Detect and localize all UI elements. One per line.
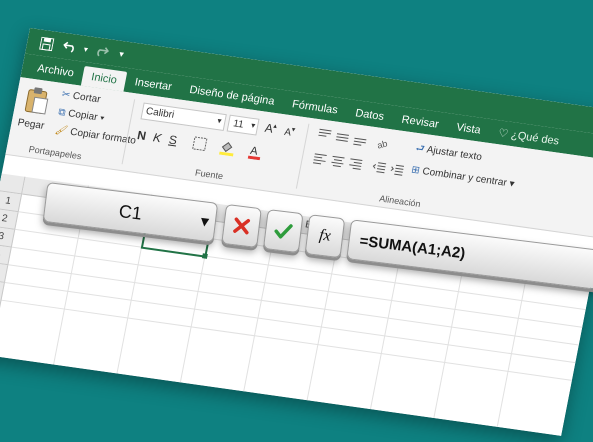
align-right-icon[interactable] [346,156,365,172]
font-name-value: Calibri [144,106,176,121]
font-group-label: Fuente [194,167,224,182]
italic-button[interactable]: K [152,130,163,145]
align-top-icon[interactable] [315,127,334,143]
insert-function-button[interactable]: fx [304,214,346,259]
font-name-dropdown[interactable]: Calibri ▾ [140,102,227,131]
row-header-5[interactable]: 5 [0,261,9,283]
align-middle-icon[interactable] [333,130,352,146]
chevron-down-icon: ▾ [216,116,223,126]
enter-check-icon [274,224,293,239]
underline-button[interactable]: S [168,133,179,148]
font-size-value: 11 [232,118,245,131]
cut-label: Cortar [71,90,102,106]
gridline [4,281,576,364]
orientation-icon[interactable]: ab [375,135,395,151]
chevron-down-icon: ▼ [197,212,213,231]
cut-button[interactable]: ✂ Cortar [61,89,102,105]
copy-button[interactable]: ⧉ Copiar ▾ [57,107,105,124]
redo-icon[interactable] [91,41,112,61]
format-painter-button[interactable]: 🖌 Copiar formato [54,125,137,147]
enter-button[interactable] [262,209,304,254]
decrease-indent-icon[interactable] [370,159,389,175]
gridline [1,299,572,381]
name-box-value: C1 [117,200,144,224]
wrap-text-button[interactable]: ⮐ Ajustar texto [414,141,483,167]
copy-label: Copiar [67,108,99,124]
customize-qat-icon[interactable]: ▾ [115,44,128,63]
fill-color-icon[interactable] [215,138,240,157]
alignment-group-label: Alineación [378,193,422,209]
row-header-3[interactable]: 3 [0,226,16,248]
chevron-down-icon: ▾ [250,120,257,131]
wrap-text-label: Ajustar texto [425,144,483,164]
clipboard-group-label: Portapapeles [27,144,83,162]
save-icon[interactable] [36,33,57,53]
bold-button[interactable]: N [136,128,147,143]
group-clipboard: Pegar ✂ Cortar ⧉ Copiar ▾ 🖌 Copiar forma… [6,77,137,169]
align-left-icon[interactable] [311,151,330,167]
tell-me-text: ¿Qué des [509,129,561,148]
svg-text:A: A [249,145,259,158]
grow-font-button[interactable]: A▴ [264,121,278,136]
cancel-x-icon [233,217,251,235]
fx-icon: fx [318,226,332,245]
cancel-button[interactable] [221,203,262,248]
shrink-font-button[interactable]: A▾ [283,125,296,140]
align-center-icon[interactable] [329,153,348,169]
font-size-dropdown[interactable]: 11 ▾ [226,114,260,136]
row-header-rest [0,279,5,356]
merge-center-button[interactable]: ⊞ Combinar y centrar ▾ [410,165,515,190]
formula-value: =SUMA(A1;A2) [358,232,467,262]
name-box-dropdown[interactable]: ▼ [190,200,221,243]
svg-text:ab: ab [376,138,388,150]
paste-icon[interactable] [21,84,52,117]
align-bottom-icon[interactable] [351,132,370,148]
merge-label: Combinar y centrar [421,166,508,189]
row-header-1[interactable]: 1 [0,191,23,213]
increase-indent-icon[interactable] [388,161,407,177]
undo-icon[interactable] [59,37,80,57]
borders-icon[interactable] [187,134,212,153]
row-header-2[interactable]: 2 [0,208,19,230]
row-header-4[interactable]: 4 [0,244,12,266]
fill-handle[interactable] [201,253,208,259]
paste-button[interactable]: Pegar [17,117,46,132]
font-color-icon[interactable]: A [243,142,268,161]
